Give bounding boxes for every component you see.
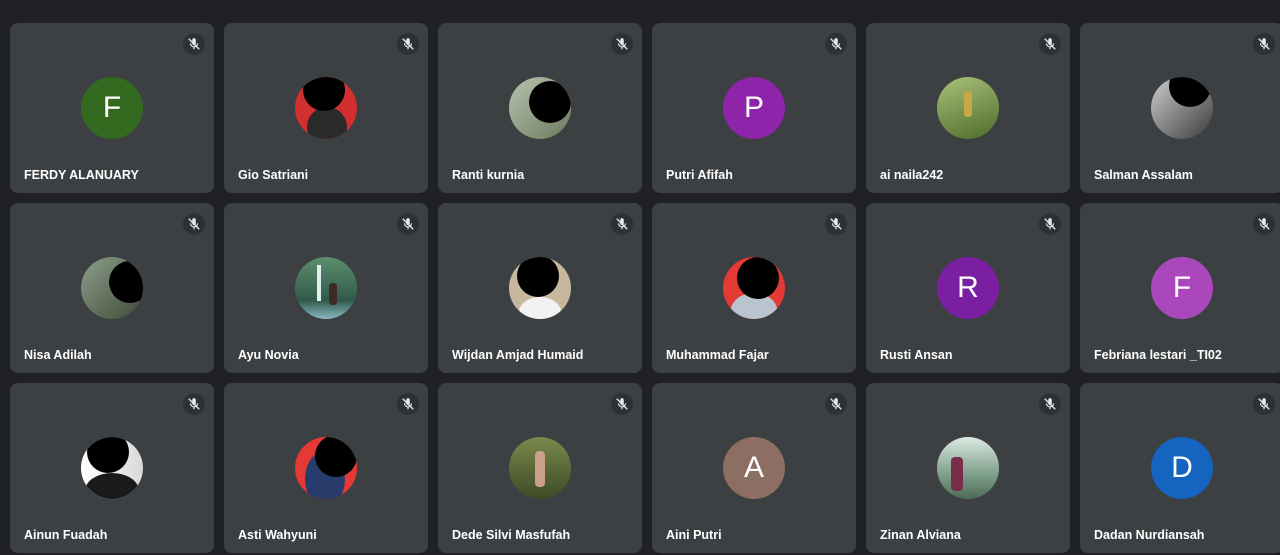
- mic-off-icon: [825, 393, 847, 415]
- participant-tile[interactable]: Ayu Novia: [224, 203, 428, 373]
- avatar-photo: [509, 257, 571, 319]
- avatar-photo: [81, 437, 143, 499]
- participant-name: Salman Assalam: [1094, 168, 1193, 182]
- avatar: F: [1151, 257, 1213, 319]
- mic-off-icon: [825, 213, 847, 235]
- participant-name: Gio Satriani: [238, 168, 309, 182]
- avatar-photo: [723, 257, 785, 319]
- participant-tile[interactable]: Zinan Alviana: [866, 383, 1070, 553]
- participant-tile[interactable]: F Febriana lestari _TI02: [1080, 203, 1280, 373]
- participant-name: Ainun Fuadah: [24, 528, 108, 542]
- mic-off-icon: [397, 213, 419, 235]
- avatar: D: [1151, 437, 1213, 499]
- participant-tile[interactable]: Wijdan Amjad Humaid: [438, 203, 642, 373]
- participant-tile[interactable]: A Aini Putri: [652, 383, 856, 553]
- avatar-photo: [937, 77, 999, 139]
- mic-off-icon: [611, 213, 633, 235]
- participant-tile[interactable]: ai naila242: [866, 23, 1070, 193]
- avatar-photo: [295, 257, 357, 319]
- participant-tile[interactable]: R Rusti Ansan: [866, 203, 1070, 373]
- participant-name: Nisa Adilah: [24, 348, 92, 362]
- participant-name: Zinan Alviana: [880, 528, 961, 542]
- mic-off-icon: [397, 33, 419, 55]
- avatar: F: [81, 77, 143, 139]
- avatar-photo: [509, 437, 571, 499]
- mic-off-icon: [1253, 33, 1275, 55]
- participant-name: Dadan Nurdiansah: [1094, 528, 1205, 542]
- avatar-photo: [509, 77, 571, 139]
- participant-name: Dede Silvi Masfufah: [452, 528, 571, 542]
- mic-off-icon: [183, 393, 205, 415]
- mic-off-icon: [611, 393, 633, 415]
- avatar-photo: [295, 77, 357, 139]
- participant-name: Aini Putri: [666, 528, 722, 542]
- mic-off-icon: [183, 213, 205, 235]
- mic-off-icon: [1039, 393, 1061, 415]
- participant-tile[interactable]: Salman Assalam: [1080, 23, 1280, 193]
- avatar-photo: [1151, 77, 1213, 139]
- participant-tile[interactable]: Ranti kurnia: [438, 23, 642, 193]
- participant-tile[interactable]: F FERDY ALANUARY: [10, 23, 214, 193]
- avatar: P: [723, 77, 785, 139]
- participant-tile[interactable]: D Dadan Nurdiansah: [1080, 383, 1280, 553]
- participant-grid: F FERDY ALANUARY Gio Satriani Ranti kurn…: [10, 23, 1280, 553]
- participant-name: Ayu Novia: [238, 348, 299, 362]
- participant-tile[interactable]: Gio Satriani: [224, 23, 428, 193]
- avatar: R: [937, 257, 999, 319]
- mic-off-icon: [1253, 393, 1275, 415]
- avatar-photo: [295, 437, 357, 499]
- mic-off-icon: [1253, 213, 1275, 235]
- participant-name: FERDY ALANUARY: [24, 168, 139, 182]
- participant-tile[interactable]: P Putri Afifah: [652, 23, 856, 193]
- mic-off-icon: [397, 393, 419, 415]
- mic-off-icon: [611, 33, 633, 55]
- avatar-photo: [937, 437, 999, 499]
- avatar: A: [723, 437, 785, 499]
- top-bar: [0, 0, 1280, 20]
- avatar-photo: [81, 257, 143, 319]
- participant-tile[interactable]: Ainun Fuadah: [10, 383, 214, 553]
- participant-name: Febriana lestari _TI02: [1094, 348, 1222, 362]
- mic-off-icon: [183, 33, 205, 55]
- mic-off-icon: [1039, 33, 1061, 55]
- participant-tile[interactable]: Muhammad Fajar: [652, 203, 856, 373]
- participant-name: Putri Afifah: [666, 168, 733, 182]
- participant-name: Asti Wahyuni: [238, 528, 317, 542]
- participant-name: Rusti Ansan: [880, 348, 953, 362]
- participant-name: Ranti kurnia: [452, 168, 525, 182]
- participant-name: Wijdan Amjad Humaid: [452, 348, 584, 362]
- participant-name: ai naila242: [880, 168, 944, 182]
- participant-tile[interactable]: Nisa Adilah: [10, 203, 214, 373]
- participant-name: Muhammad Fajar: [666, 348, 769, 362]
- mic-off-icon: [825, 33, 847, 55]
- participant-tile[interactable]: Dede Silvi Masfufah: [438, 383, 642, 553]
- mic-off-icon: [1039, 213, 1061, 235]
- participant-tile[interactable]: Asti Wahyuni: [224, 383, 428, 553]
